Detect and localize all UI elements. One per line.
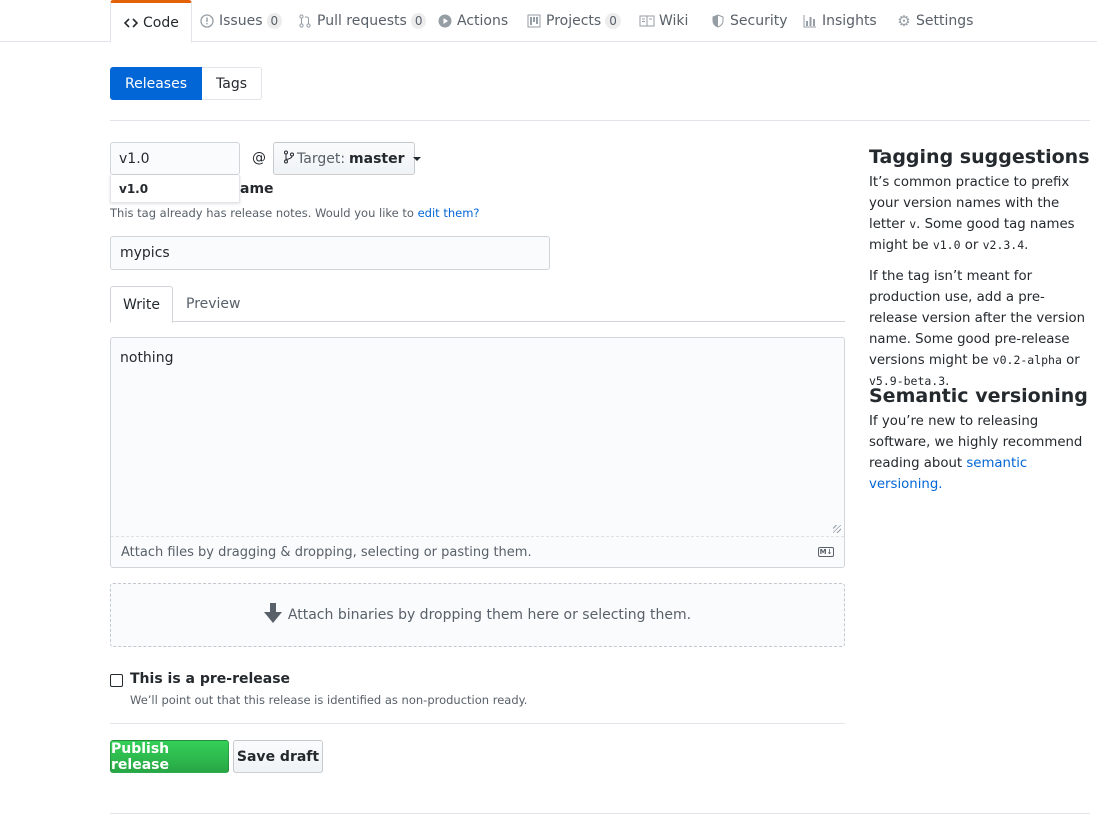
tab-preview[interactable]: Preview [174, 286, 253, 322]
target-branch-button[interactable]: Target: master [273, 142, 421, 175]
tab-code-label: Code [143, 14, 179, 31]
caret-down-icon [412, 156, 421, 161]
divider [110, 120, 1090, 121]
semantic-versioning: Semantic versioning If you’re new to rel… [869, 385, 1091, 505]
edit-them-link[interactable]: edit them? [418, 206, 480, 220]
pulls-counter: 0 [410, 13, 427, 29]
tab-projects[interactable]: Projects 0 [526, 0, 621, 42]
code-example: v2.3.4 [982, 238, 1025, 252]
play-icon [437, 13, 453, 29]
tab-insights-label: Insights [822, 13, 877, 29]
publish-release-button[interactable]: Publish release [110, 740, 229, 773]
code-example: v1.0 [932, 238, 961, 252]
dropzone-text: Attach binaries by dropping them here or… [287, 607, 692, 623]
prerelease-note: We’ll point out that this release is ide… [130, 693, 528, 707]
text: or [1066, 353, 1080, 368]
existing-tag-note: This tag already has release notes. Woul… [110, 206, 480, 220]
prerelease-checkbox[interactable] [110, 674, 123, 687]
tab-insights[interactable]: Insights [802, 0, 877, 42]
tab-issues[interactable]: Issues 0 [199, 0, 283, 42]
note-text: This tag already has release notes. Woul… [110, 206, 414, 220]
semver-paragraph: If you’re new to releasing software, we … [869, 411, 1091, 495]
tab-wiki-label: Wiki [659, 13, 689, 29]
release-title-heading: ame [240, 181, 274, 197]
save-draft-button[interactable]: Save draft [233, 740, 323, 773]
shield-icon [710, 13, 726, 29]
tab-security[interactable]: Security [710, 0, 788, 42]
repo-nav: Code Issues 0 Pull requests 0 Actions Pr… [0, 0, 1097, 43]
pull-request-icon [297, 13, 313, 29]
markdown-icon[interactable]: M↓ [818, 547, 834, 557]
tag-version-input[interactable]: v1.0 [110, 142, 240, 175]
tab-projects-label: Projects [546, 13, 602, 29]
issues-counter: 0 [266, 13, 283, 29]
tagging-title: Tagging suggestions [869, 146, 1090, 168]
tab-pull-requests-label: Pull requests [317, 13, 407, 29]
tab-actions-label: Actions [457, 13, 509, 29]
projects-counter: 0 [605, 13, 621, 29]
target-branch-name: master [349, 150, 405, 167]
attach-files-bar[interactable]: Attach files by dragging & dropping, sel… [111, 536, 844, 567]
resize-handle[interactable] [833, 525, 841, 533]
gear-icon: ⚙ [897, 12, 911, 30]
project-icon [526, 13, 542, 29]
text: or [964, 238, 979, 253]
releases-subnav: Releases Tags [110, 67, 262, 100]
release-body-textarea[interactable]: nothing Attach files by dragging & dropp… [110, 337, 845, 568]
prerelease-label[interactable]: This is a pre-release [130, 671, 290, 687]
attach-files-text: Attach files by dragging & dropping, sel… [121, 544, 532, 560]
code-example: v0.2-alpha [992, 353, 1062, 367]
divider [110, 723, 845, 724]
tab-settings-label: Settings [916, 13, 974, 29]
subnav-releases[interactable]: Releases [110, 67, 202, 100]
body-text: nothing [120, 350, 174, 366]
code-icon [123, 15, 139, 31]
binaries-dropzone[interactable]: Attach binaries by dropping them here or… [110, 583, 845, 647]
issue-icon [199, 13, 215, 29]
arrow-down-icon [263, 603, 282, 627]
divider [110, 813, 1090, 814]
at-sign: @ [252, 150, 266, 166]
subnav-tags[interactable]: Tags [202, 67, 262, 100]
tab-wiki[interactable]: Wiki [639, 0, 688, 42]
target-label: Target: [297, 150, 346, 167]
tab-write[interactable]: Write [110, 286, 173, 323]
release-title-input[interactable]: mypics [110, 236, 550, 270]
tagging-paragraph-1: It’s common practice to prefix your vers… [869, 175, 1075, 253]
book-icon [639, 13, 655, 29]
semver-title: Semantic versioning [869, 385, 1088, 407]
tab-settings[interactable]: ⚙ Settings [896, 0, 973, 42]
tab-security-label: Security [730, 13, 788, 29]
tab-issues-label: Issues [219, 13, 263, 29]
tag-suggestion-item[interactable]: v1.0 [110, 175, 240, 203]
tab-code[interactable]: Code [110, 0, 192, 43]
tab-pull-requests[interactable]: Pull requests 0 [297, 0, 427, 42]
tagging-suggestions: Tagging suggestions It’s common practice… [869, 146, 1091, 402]
graph-icon [802, 13, 818, 29]
branch-icon [284, 150, 294, 168]
tab-actions[interactable]: Actions [437, 0, 508, 42]
tagging-paragraph-2: If the tag isn’t meant for production us… [869, 269, 1086, 389]
editor-tabs: Write Preview [110, 286, 845, 323]
